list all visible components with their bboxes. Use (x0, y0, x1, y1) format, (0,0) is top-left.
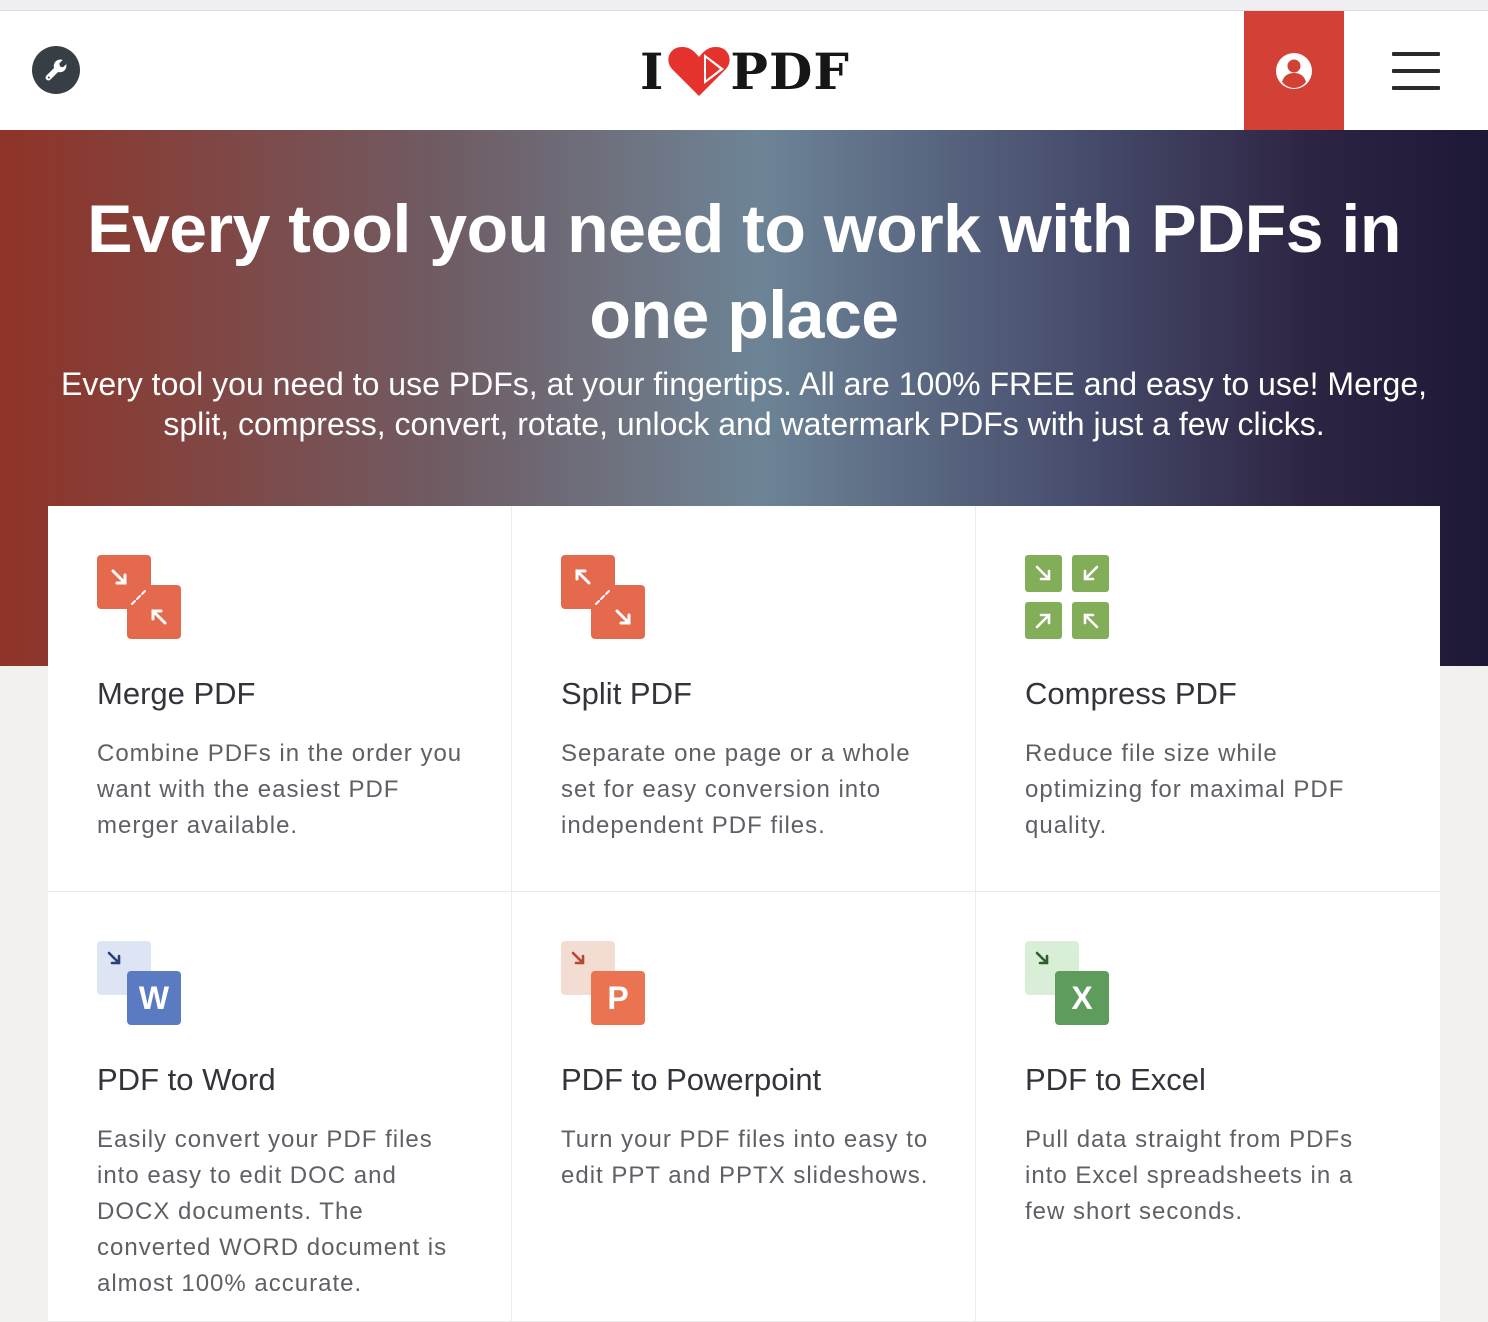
tools-grid: Merge PDF Combine PDFs in the order you … (48, 506, 1440, 1322)
powerpoint-icon-letter: P (607, 980, 628, 1016)
merge-icon (97, 555, 181, 639)
powerpoint-icon: P (561, 941, 645, 1025)
split-icon (561, 555, 645, 639)
excel-icon: X (1025, 941, 1109, 1025)
browser-top-strip (0, 0, 1488, 11)
tool-title: Compress PDF (1025, 676, 1237, 711)
word-icon-letter: W (139, 980, 170, 1016)
ilovepdf-logo[interactable]: I PDF (640, 41, 850, 101)
menu-line (1392, 52, 1440, 56)
tool-card-merge-pdf[interactable]: Merge PDF Combine PDFs in the order you … (48, 506, 512, 892)
logo-text-pdf: PDF (730, 41, 850, 101)
tool-description: Turn your PDF files into easy to edit PP… (561, 1126, 929, 1189)
menu-line (1392, 69, 1440, 73)
tool-card-split-pdf[interactable]: Split PDF Separate one page or a whole s… (512, 506, 976, 892)
hero-subtitle: Every tool you need to use PDFs, at your… (60, 366, 1428, 442)
tool-title: PDF to Powerpoint (561, 1062, 822, 1097)
tools-button[interactable] (32, 46, 80, 94)
compress-icon (1025, 555, 1109, 639)
account-button[interactable] (1244, 11, 1344, 130)
tool-title: PDF to Word (97, 1062, 276, 1097)
tool-title: Split PDF (561, 676, 692, 711)
heart-logo-icon (668, 46, 731, 96)
tool-title: Merge PDF (97, 676, 256, 711)
hamburger-menu-icon[interactable] (1380, 47, 1452, 95)
excel-icon-letter: X (1071, 980, 1093, 1016)
tool-description: Easily convert your PDF files into easy … (97, 1126, 448, 1297)
tool-card-compress-pdf[interactable]: Compress PDF Reduce file size while opti… (976, 506, 1440, 892)
wrench-icon (45, 59, 67, 81)
tool-title: PDF to Excel (1025, 1062, 1206, 1097)
menu-line (1392, 86, 1440, 90)
tool-description: Combine PDFs in the order you want with … (97, 740, 463, 839)
logo-letter-i: I (640, 41, 665, 101)
word-icon: W (97, 941, 181, 1025)
tool-card-pdf-to-excel[interactable]: X PDF to Excel Pull data straight from P… (976, 892, 1440, 1322)
tool-card-pdf-to-powerpoint[interactable]: P PDF to Powerpoint Turn your PDF files … (512, 892, 976, 1322)
tool-description: Separate one page or a whole set for eas… (561, 740, 911, 839)
user-circle-icon (1276, 52, 1312, 89)
tool-card-pdf-to-word[interactable]: W PDF to Word Easily convert your PDF fi… (48, 892, 512, 1322)
hero-title: Every tool you need to work with PDFs in… (87, 191, 1401, 353)
site-header: I PDF (0, 11, 1488, 130)
tool-description: Reduce file size while optimizing for ma… (1025, 740, 1345, 839)
tool-description: Pull data straight from PDFs into Excel … (1025, 1126, 1354, 1225)
